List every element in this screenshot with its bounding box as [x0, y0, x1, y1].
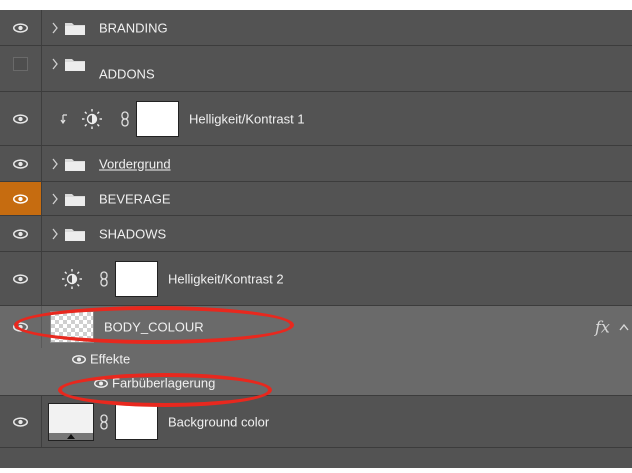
visibility-toggle[interactable]	[0, 92, 42, 145]
visibility-toggle[interactable]	[0, 306, 42, 348]
chevron-right-icon[interactable]	[51, 193, 59, 205]
layer-mask-thumbnail[interactable]	[115, 403, 158, 440]
layer-row-brightness-contrast-2[interactable]: Helligkeit/Kontrast 2	[0, 252, 632, 306]
chain-link-icon[interactable]	[120, 110, 130, 127]
chevron-right-icon[interactable]	[51, 228, 59, 240]
eye-icon	[13, 228, 28, 239]
layer-row-shadows[interactable]: SHADOWS	[0, 216, 632, 252]
layer-row-branding[interactable]: BRANDING	[0, 10, 632, 46]
layer-name: BODY_COLOUR	[104, 319, 204, 335]
chevron-right-icon[interactable]	[51, 158, 59, 170]
eye-icon	[13, 416, 28, 427]
eye-icon	[13, 322, 28, 332]
effects-label: Effekte	[90, 351, 131, 367]
layer-name: BEVERAGE	[99, 191, 171, 206]
layer-row-beverage[interactable]: BEVERAGE	[0, 182, 632, 216]
visibility-toggle[interactable]	[0, 396, 42, 447]
eye-icon[interactable]	[72, 355, 86, 364]
chevron-right-icon[interactable]	[51, 58, 59, 70]
folder-icon	[65, 158, 85, 171]
folder-icon	[65, 58, 85, 71]
folder-icon	[65, 228, 85, 241]
layers-panel: BRANDING ADDONS Helligkeit/Kontrast 1 Vo…	[0, 10, 632, 468]
clipping-arrow-icon	[60, 113, 67, 124]
layer-name: Helligkeit/Kontrast 1	[189, 111, 305, 126]
hidden-visibility-box[interactable]	[13, 56, 28, 71]
effect-name: Farbüberlagerung	[112, 375, 216, 390]
layer-name: Vordergrund	[99, 156, 171, 171]
brightness-contrast-icon	[62, 268, 82, 289]
eye-icon	[13, 113, 28, 124]
effect-row-color-overlay[interactable]: Farbüberlagerung	[0, 370, 632, 396]
folder-icon	[65, 22, 85, 35]
layer-row-brightness-contrast-1[interactable]: Helligkeit/Kontrast 1	[0, 92, 632, 146]
visibility-toggle[interactable]	[0, 46, 42, 91]
visibility-toggle[interactable]	[0, 252, 42, 305]
brightness-contrast-icon	[82, 108, 102, 129]
effects-group-row[interactable]: Effekte	[0, 348, 632, 370]
layer-thumbnail[interactable]	[50, 311, 94, 343]
eye-icon	[13, 193, 28, 204]
eye-icon	[13, 22, 28, 33]
layer-mask-thumbnail[interactable]	[115, 260, 158, 297]
visibility-toggle[interactable]	[0, 216, 42, 251]
eye-icon	[13, 158, 28, 169]
folder-icon	[65, 193, 85, 206]
visibility-toggle[interactable]	[0, 182, 42, 215]
triangle-marker-icon	[67, 433, 75, 439]
chevron-right-icon[interactable]	[51, 22, 59, 34]
layer-row-background-color[interactable]: Background color	[0, 396, 632, 448]
layer-row-body-colour[interactable]: BODY_COLOUR fx	[0, 306, 632, 348]
chain-link-icon[interactable]	[99, 270, 109, 287]
layer-name: ADDONS	[99, 66, 155, 82]
layer-name: Background color	[168, 414, 270, 429]
layer-row-vordergrund[interactable]: Vordergrund	[0, 146, 632, 182]
layer-mask-thumbnail[interactable]	[136, 100, 179, 137]
layer-thumbnail[interactable]	[48, 402, 94, 441]
visibility-toggle[interactable]	[0, 10, 42, 45]
layer-name: BRANDING	[99, 20, 168, 35]
chevron-up-icon[interactable]	[619, 323, 629, 331]
layer-name: Helligkeit/Kontrast 2	[168, 271, 284, 286]
layer-name: SHADOWS	[99, 226, 167, 241]
visibility-toggle[interactable]	[0, 146, 42, 181]
eye-icon	[13, 273, 28, 284]
layer-effects-fx-label[interactable]: fx	[595, 318, 610, 337]
chain-link-icon[interactable]	[99, 413, 109, 430]
layer-row-addons[interactable]: ADDONS	[0, 46, 632, 92]
eye-icon[interactable]	[94, 378, 108, 388]
